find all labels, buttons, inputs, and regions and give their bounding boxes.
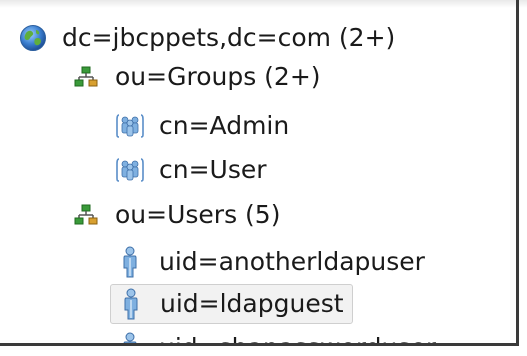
tree-node-label: ou=Groups (2+) — [115, 62, 321, 91]
org-unit-icon — [71, 200, 101, 230]
tree-node-label: cn=User — [159, 155, 267, 184]
person-icon — [116, 288, 146, 320]
tree-node-ou-groups[interactable]: ou=Groups (2+) — [71, 57, 321, 97]
tree-node-uid-anotherldapuser[interactable]: uid=anotherldapuser — [115, 242, 425, 282]
ldap-tree-screenshot: dc=jbcppets,dc=com (2+) ou=Groups (2+) c… — [0, 0, 527, 356]
tree-node-uid-shapassworduser[interactable]: uid=shapassworduser — [115, 328, 436, 343]
ldap-tree-panel: dc=jbcppets,dc=com (2+) ou=Groups (2+) c… — [0, 0, 519, 346]
person-icon — [115, 246, 145, 278]
group-icon — [115, 111, 145, 141]
tree-node-label: ou=Users (5) — [115, 200, 281, 229]
tree-node-cn-user[interactable]: cn=User — [115, 150, 267, 190]
tree-node-label: uid=shapassworduser — [159, 328, 436, 343]
tree-node-uid-ldapguest[interactable]: uid=ldapguest — [110, 284, 353, 324]
tree-node-ou-users[interactable]: ou=Users (5) — [71, 195, 280, 235]
person-icon — [115, 332, 145, 343]
group-icon — [115, 155, 145, 185]
tree-node-label: dc=jbcppets,dc=com (2+) — [62, 23, 396, 52]
globe-icon — [18, 23, 48, 53]
org-unit-icon — [71, 62, 101, 92]
tree-node-label: cn=Admin — [159, 111, 290, 140]
tree-node-root[interactable]: dc=jbcppets,dc=com (2+) — [18, 18, 395, 58]
tree-node-label: uid=ldapguest — [160, 289, 344, 318]
tree-node-label: uid=anotherldapuser — [159, 247, 425, 276]
tree-node-cn-admin[interactable]: cn=Admin — [115, 106, 289, 146]
